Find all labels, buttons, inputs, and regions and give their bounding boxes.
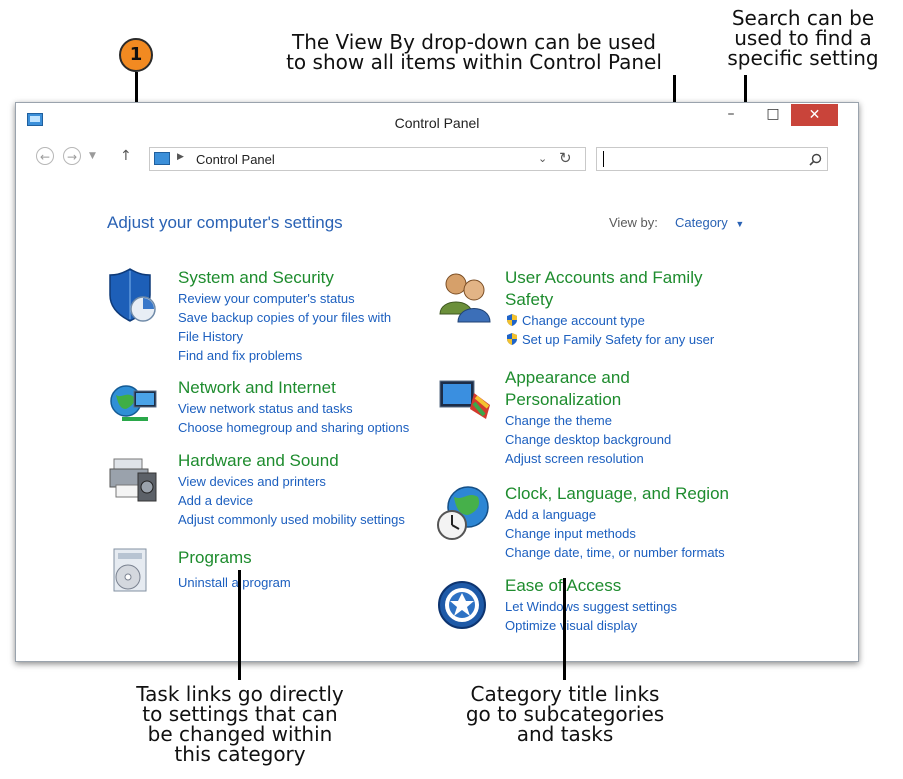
uac-shield-icon xyxy=(507,314,517,326)
search-callout: Search can be used to find a specific se… xyxy=(718,8,888,68)
control-panel-window: Control Panel – □ ✕ ← → ▼ ↑ ▶ Control Pa… xyxy=(15,102,859,662)
globe-network-icon[interactable] xyxy=(108,379,160,431)
address-bar[interactable]: ▶ Control Panel ⌄ ↻ xyxy=(149,147,586,171)
tasklinks-callout-line2: to settings that can xyxy=(142,702,338,726)
search-caret xyxy=(603,151,604,167)
address-text: Control Panel xyxy=(196,152,275,167)
category-hardware-sound: Hardware and Sound View devices and prin… xyxy=(178,450,405,529)
globe-clock-icon[interactable] xyxy=(434,483,494,543)
uac-shield-icon xyxy=(507,333,517,345)
monitor-paint-icon[interactable] xyxy=(436,375,494,425)
viewby-callout: The View By drop-down can be used to sho… xyxy=(250,32,698,72)
programs-icon[interactable] xyxy=(108,545,156,597)
task-link-label[interactable]: Change account type xyxy=(522,313,645,328)
category-title-link[interactable]: Network and Internet xyxy=(178,377,409,399)
back-button[interactable]: ← xyxy=(36,147,54,165)
maximize-button[interactable]: □ xyxy=(760,103,786,127)
category-title-link[interactable]: Clock, Language, and Region xyxy=(505,483,729,505)
view-by-dropdown[interactable]: Category ▼ xyxy=(675,215,744,230)
task-link[interactable]: Optimize visual display xyxy=(505,616,677,635)
categorytitles-callout-line xyxy=(563,578,566,680)
task-link[interactable]: Find and fix problems xyxy=(178,346,391,365)
chevron-down-icon[interactable]: ▼ xyxy=(735,219,744,229)
search-callout-line2: used to find a xyxy=(734,26,872,50)
categorytitles-callout-line2: go to subcategories xyxy=(465,702,665,726)
task-link[interactable]: Add a device xyxy=(178,491,405,510)
categorytitles-callout: Category title links go to subcategories… xyxy=(440,684,690,744)
categorytitles-callout-line3: and tasks xyxy=(516,722,614,746)
task-link[interactable]: Change input methods xyxy=(505,524,729,543)
task-link[interactable]: Adjust commonly used mobility settings xyxy=(178,510,405,529)
title-bar: Control Panel – □ ✕ xyxy=(16,103,858,139)
category-title-link[interactable]: Ease of Access xyxy=(505,575,677,597)
viewby-callout-line1: The View By drop-down can be used xyxy=(292,30,656,54)
step-number-badge: 1 xyxy=(119,38,153,72)
category-title-link[interactable]: Appearance and xyxy=(505,367,671,389)
up-button[interactable]: ↑ xyxy=(120,148,132,164)
task-link[interactable]: Save backup copies of your files with xyxy=(178,308,391,327)
control-panel-icon xyxy=(154,152,170,165)
users-icon[interactable] xyxy=(436,268,496,324)
category-user-accounts: User Accounts and Family Safety Change a… xyxy=(505,267,714,349)
forward-button[interactable]: → xyxy=(63,147,81,165)
task-link[interactable]: Change date, time, or number formats xyxy=(505,543,729,562)
task-link[interactable]: Review your computer's status xyxy=(178,289,391,308)
task-link[interactable]: Choose homegroup and sharing options xyxy=(178,418,409,437)
categorytitles-callout-line1: Category title links xyxy=(470,682,660,706)
tasklinks-callout-line1: Task links go directly xyxy=(136,682,344,706)
category-appearance: Appearance and Personalization Change th… xyxy=(505,367,671,468)
breadcrumb-chevron-icon[interactable]: ▶ xyxy=(177,152,184,162)
category-title-link[interactable]: Safety xyxy=(505,289,714,311)
category-system-security: System and Security Review your computer… xyxy=(178,267,391,365)
task-link-label[interactable]: Set up Family Safety for any user xyxy=(522,332,714,347)
category-title-link[interactable]: Programs xyxy=(178,547,291,569)
category-network-internet: Network and Internet View network status… xyxy=(178,377,409,437)
search-callout-line3: specific setting xyxy=(727,46,879,70)
task-link[interactable]: Adjust screen resolution xyxy=(505,449,671,468)
task-link[interactable]: Change desktop background xyxy=(505,430,671,449)
close-button[interactable]: ✕ xyxy=(791,104,838,126)
category-title-link[interactable]: User Accounts and Family xyxy=(505,267,714,289)
printer-icon[interactable] xyxy=(108,449,160,505)
category-title-link[interactable]: System and Security xyxy=(178,267,391,289)
task-link[interactable]: Add a language xyxy=(505,505,729,524)
category-ease-of-access: Ease of Access Let Windows suggest setti… xyxy=(505,575,677,635)
tasklinks-callout-line3: be changed within xyxy=(147,722,333,746)
tasklinks-callout-line4: this category xyxy=(174,742,306,766)
task-link[interactable]: File History xyxy=(178,327,391,346)
search-icon[interactable] xyxy=(809,153,822,166)
search-callout-line1: Search can be xyxy=(731,6,875,30)
page-title: Adjust your computer's settings xyxy=(107,213,343,232)
refresh-icon[interactable]: ↻ xyxy=(559,149,572,167)
shield-icon[interactable] xyxy=(106,265,158,323)
task-link[interactable]: View devices and printers xyxy=(178,472,405,491)
task-link[interactable]: Set up Family Safety for any user xyxy=(505,330,714,349)
recent-locations-chevron-icon[interactable]: ▼ xyxy=(89,151,96,161)
category-title-link[interactable]: Hardware and Sound xyxy=(178,450,405,472)
category-clock-region: Clock, Language, and Region Add a langua… xyxy=(505,483,729,562)
task-link[interactable]: Let Windows suggest settings xyxy=(505,597,677,616)
viewby-callout-line2: to show all items within Control Panel xyxy=(286,50,662,74)
ease-of-access-icon[interactable] xyxy=(436,579,488,631)
tasklinks-callout: Task links go directly to settings that … xyxy=(110,684,370,764)
view-by-label: View by: xyxy=(609,215,658,230)
task-link[interactable]: Uninstall a program xyxy=(178,573,291,592)
tasklinks-callout-line xyxy=(238,570,241,680)
view-by-value[interactable]: Category xyxy=(675,215,728,230)
task-link[interactable]: View network status and tasks xyxy=(178,399,409,418)
task-link[interactable]: Change the theme xyxy=(505,411,671,430)
category-programs: Programs Uninstall a program xyxy=(178,547,291,592)
address-dropdown-icon[interactable]: ⌄ xyxy=(538,152,547,165)
task-link[interactable]: Change account type xyxy=(505,311,714,330)
search-box[interactable] xyxy=(596,147,828,171)
minimize-button[interactable]: – xyxy=(721,103,741,127)
category-title-link[interactable]: Personalization xyxy=(505,389,671,411)
